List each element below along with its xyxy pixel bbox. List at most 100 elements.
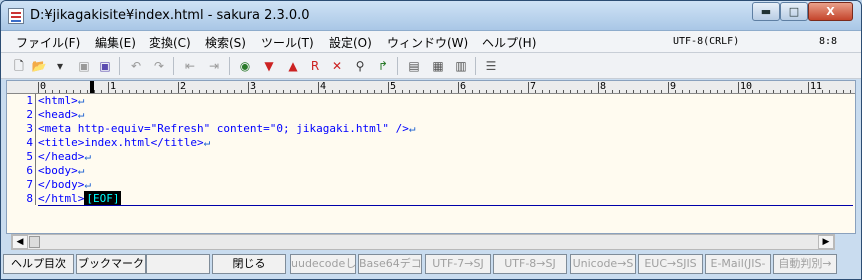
toolbar-separator [229,57,230,75]
find-prev-icon[interactable]: ▲ [284,57,302,75]
menu-search[interactable]: 検索(S) [205,34,246,51]
redo-icon[interactable]: ↷ [150,57,168,75]
font-icon[interactable]: ▥ [452,57,470,75]
function-key-bar: ヘルプ目次 ブックマーク 閉じる uudecodeし Base64デコ UTF-… [1,251,861,279]
code-text: <html> [38,94,78,107]
scroll-left-icon[interactable]: ◀ [12,235,28,249]
code-text: </head> [38,150,85,163]
line-number-gutter: 1 2 3 4 5 6 7 8 [7,94,36,205]
find-next-icon[interactable]: ▼ [260,57,278,75]
fkey-close[interactable]: 閉じる [212,254,286,274]
ruler-label: 3 [247,81,257,93]
save-icon[interactable]: ▣ [75,57,93,75]
code-line[interactable]: </body>↵ [38,178,91,192]
newline-icon: ↵ [77,108,85,121]
code-text: <title>index.html</title> [38,136,204,149]
scroll-thumb[interactable] [29,236,40,248]
list-icon[interactable]: ☰ [482,57,500,75]
toolbar-separator [119,57,120,75]
fkey-utf7-to-sjis[interactable]: UTF-7→SJ [425,254,491,274]
menu-bar: ファイル(F) 編集(E) 変換(C) 検索(S) ツール(T) 設定(O) ウ… [1,31,861,53]
ruler-label: 11 [807,81,823,93]
newline-icon: ↵ [203,136,211,149]
menu-help[interactable]: ヘルプ(H) [482,34,536,51]
encoding-indicator: UTF-8(CRLF) [673,36,740,47]
menu-tools[interactable]: ツール(T) [261,34,314,51]
newline-icon: ↵ [77,94,85,107]
horizontal-scrollbar[interactable]: ◀ ▶ [11,234,835,250]
maximize-button[interactable]: □ [780,2,808,21]
ruler-label: 4 [317,81,327,93]
jump-icon[interactable]: ↱ [374,57,392,75]
code-line[interactable]: <body>↵ [38,164,84,178]
zoom-indicator: 8:8 [819,36,838,47]
editor-window: D:¥jikagakisite¥index.html - sakura 2.3.… [0,0,862,280]
ruler-label: 7 [527,81,537,93]
menu-edit[interactable]: 編集(E) [95,34,136,51]
dropdown-arrow-icon[interactable]: ▾ [51,57,69,75]
fkey-email-jis[interactable]: E-Mail(JIS- [705,254,771,274]
menu-window[interactable]: ウィンドウ(W) [387,34,468,51]
menu-convert[interactable]: 変換(C) [149,34,191,51]
clear-mark-icon[interactable]: ✕ [328,57,346,75]
code-text: <meta http-equiv="Refresh" content="0; j… [38,122,409,135]
line-number: 7 [26,178,33,191]
ruler-label: 8 [597,81,607,93]
prev-jump-icon[interactable]: ⇤ [181,57,199,75]
code-line[interactable]: </html> [EOF] [38,191,122,206]
newline-icon: ↵ [84,178,91,191]
code-text: </html> [38,192,85,205]
settings-icon[interactable]: ▦ [429,57,447,75]
fkey-uudecode[interactable]: uudecodeし [290,254,356,274]
newline-icon: ↵ [84,150,91,163]
save-all-icon[interactable]: ▣ [96,57,114,75]
ruler-label: 6 [457,81,467,93]
app-icon[interactable] [8,8,24,24]
code-line[interactable]: <title>index.html</title>↵ [38,136,210,150]
toolbar-separator [397,57,398,75]
fkey-auto-detect[interactable]: 自動判別→ [773,254,837,274]
menu-file[interactable]: ファイル(F) [16,34,80,51]
fkey-help-contents[interactable]: ヘルプ目次 [3,254,74,274]
fkey-blank[interactable] [146,254,210,274]
fkey-base64-decode[interactable]: Base64デコ [358,254,422,274]
ruler-label: 1 [107,81,117,93]
outline-icon[interactable]: ▤ [405,57,423,75]
fkey-euc-to-sjis[interactable]: EUC→SJIS [638,254,703,274]
scroll-right-icon[interactable]: ▶ [818,235,834,249]
line-number: 3 [26,122,33,135]
close-button[interactable]: X [808,2,853,21]
ruler-label: 0 [37,81,47,93]
code-line[interactable]: <html>↵ [38,94,84,108]
ruler-cursor-marker [90,81,94,93]
fkey-unicode-to-sjis[interactable]: Unicode→S [570,254,636,274]
code-text: </body> [38,178,85,191]
minimize-button[interactable]: ▬ [752,2,780,21]
title-bar[interactable]: D:¥jikagakisite¥index.html - sakura 2.3.… [1,1,861,31]
code-line[interactable]: <head>↵ [38,108,84,122]
code-line[interactable]: </head>↵ [38,150,91,164]
ruler: 0 1 2 3 4 5 6 7 8 9 10 11 [7,81,855,94]
toolbar-separator [173,57,174,75]
new-file-icon[interactable]: 🗋 [10,57,28,75]
line-number: 2 [26,108,33,121]
find-icon[interactable]: ◉ [236,57,254,75]
code-text: <body> [38,164,78,177]
next-jump-icon[interactable]: ⇥ [205,57,223,75]
line-number: 6 [26,164,33,177]
menu-settings[interactable]: 設定(O) [329,34,372,51]
open-file-icon[interactable]: 📂 [30,57,48,75]
ruler-label: 5 [387,81,397,93]
code-line[interactable]: <meta http-equiv="Refresh" content="0; j… [38,122,416,136]
grep-icon[interactable]: ⚲ [351,57,369,75]
replace-icon[interactable]: R [306,57,324,75]
toolbar-separator [475,57,476,75]
fkey-utf8-to-sjis[interactable]: UTF-8→SJ [493,254,567,274]
undo-icon[interactable]: ↶ [127,57,145,75]
line-number: 4 [26,136,33,149]
code-area[interactable]: <html>↵ <head>↵ <meta http-equiv="Refres… [38,94,853,206]
newline-icon: ↵ [77,164,85,177]
fkey-bookmark[interactable]: ブックマーク [76,254,146,274]
line-number: 1 [26,94,33,107]
text-editor[interactable]: 0 1 2 3 4 5 6 7 8 9 10 11 1 2 3 4 5 6 7 … [6,80,856,234]
